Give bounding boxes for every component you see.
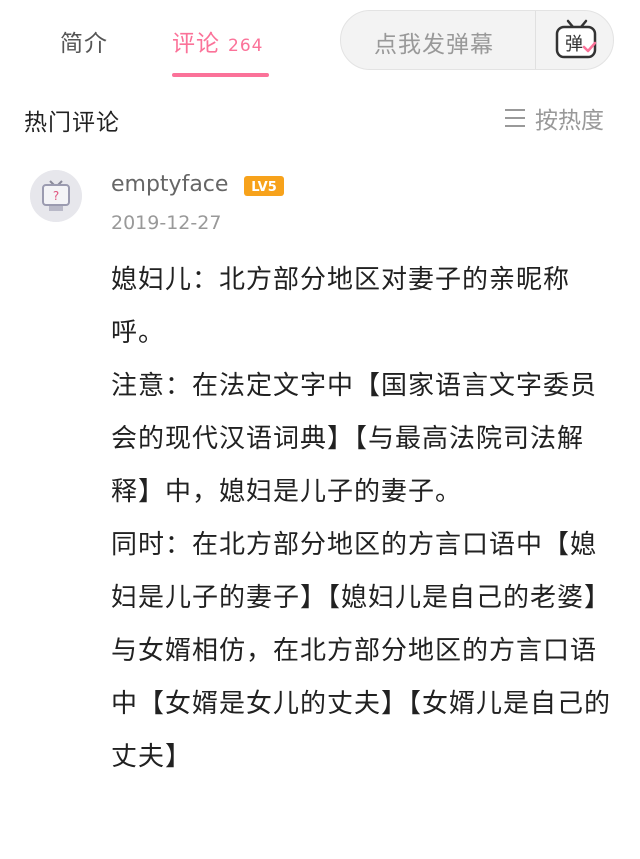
tab-intro[interactable]: 简介	[60, 24, 108, 58]
active-tab-indicator	[172, 73, 269, 77]
tv-question-avatar: ?	[30, 170, 82, 222]
level-badge: LV5	[244, 176, 284, 196]
svg-text:?: ?	[53, 189, 59, 203]
comment-date: 2019-12-27	[111, 212, 222, 234]
level-text: LV5	[251, 180, 277, 195]
tab-intro-label: 简介	[60, 31, 108, 57]
top-bar: 简介 评论 264 点我发弹幕 弹	[0, 0, 640, 81]
danmaku-icon-char: 弹	[565, 34, 583, 55]
hot-comments-header: 热门评论 按热度	[0, 80, 640, 164]
tab-comments[interactable]: 评论 264	[172, 24, 263, 58]
avatar[interactable]: ?	[30, 170, 82, 222]
comment-text: 媳妇儿：北方部分地区对妻子的亲昵称呼。 注意：在法定文字中【国家语言文字委员会的…	[111, 265, 612, 772]
username[interactable]: emptyface	[111, 172, 228, 197]
danmaku-placeholder: 点我发弹幕	[374, 32, 494, 58]
danmaku-input[interactable]: 点我发弹幕 弹	[340, 10, 614, 70]
comment-count: 264	[228, 36, 264, 56]
danmaku-tv-icon[interactable]: 弹	[554, 19, 600, 61]
sort-button[interactable]: 按热度	[503, 102, 604, 134]
danmaku-divider	[535, 11, 536, 69]
section-title: 热门评论	[24, 110, 120, 136]
tab-comments-label: 评论	[172, 31, 220, 57]
menu-lines-icon	[505, 109, 525, 127]
sort-label: 按热度	[535, 108, 604, 134]
